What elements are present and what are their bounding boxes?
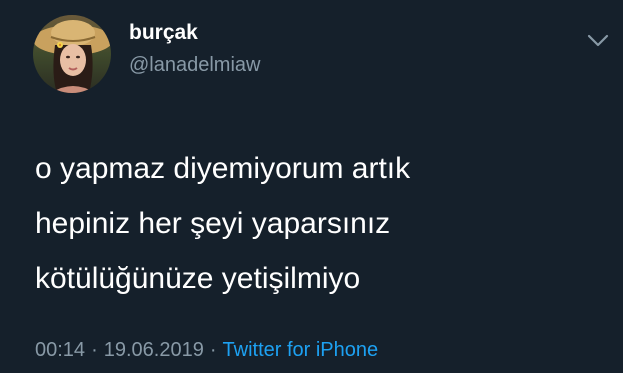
tweet-card: burçak @lanadelmiaw o yapmaz diyemiyorum… (0, 0, 623, 373)
tweet-text-line: kötülüğünüze yetişilmiyo (35, 262, 361, 295)
tweet-text: o yapmaz diyemiyorum artık hepiniz her ş… (35, 141, 605, 306)
tweet-text-line: o yapmaz diyemiyorum artık (35, 152, 411, 185)
chevron-down-icon[interactable] (585, 30, 611, 50)
tweet-time[interactable]: 00:14 (35, 339, 85, 361)
tweet-meta: 00:14 · 19.06.2019 · Twitter for iPhone (35, 337, 378, 363)
avatar[interactable] (33, 15, 111, 93)
user-handle[interactable]: @lanadelmiaw (129, 52, 260, 78)
tweet-source-link[interactable]: Twitter for iPhone (223, 339, 379, 361)
meta-separator: · (209, 339, 217, 361)
display-name[interactable]: burçak (129, 20, 198, 46)
meta-separator: · (91, 339, 98, 361)
avatar-image (33, 15, 111, 93)
tweet-text-line: hepiniz her şeyi yaparsınız (35, 207, 391, 240)
tweet-date[interactable]: 19.06.2019 (104, 339, 204, 361)
